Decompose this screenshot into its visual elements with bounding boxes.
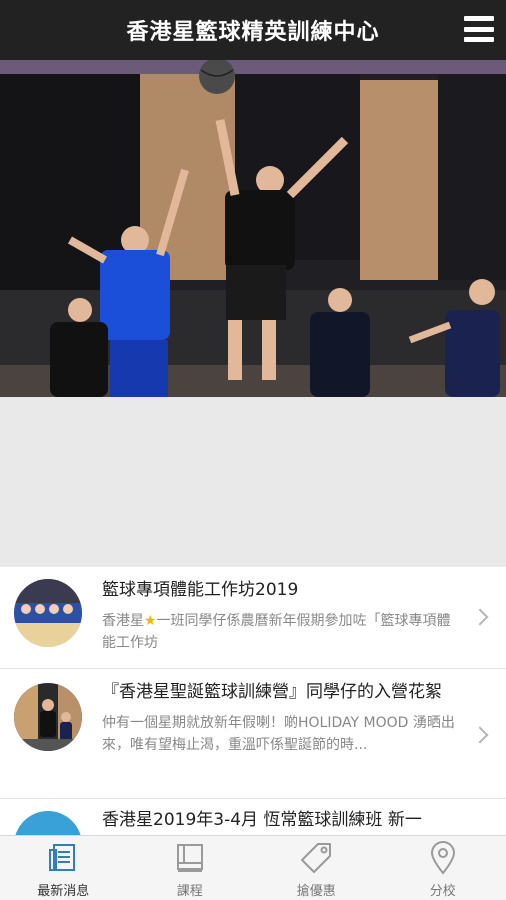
tab-news[interactable]: 最新消息 [0,836,127,900]
hamburger-menu-icon[interactable] [464,16,494,42]
news-item[interactable]: 『香港星聖誕籃球訓練營』同學仔的入營花絮 仲有一個星期就放新年假喇！啲HOLID… [0,669,506,799]
news-description: 香港星★一班同學仔係農曆新年假期參加咗「籃球專項體能工作坊 [102,613,451,651]
news-item[interactable]: 香港星2019年3-4月 恆常籃球訓練班 新一 [0,799,506,835]
news-title: 籃球專項體能工作坊2019 [102,580,299,600]
tab-label: 搶優惠 [296,884,336,899]
tab-courses[interactable]: 課程 [127,836,254,900]
tab-branches[interactable]: 分校 [380,836,506,900]
tab-offers[interactable]: 搶優惠 [253,836,380,900]
hero-photo [0,60,506,397]
bottom-tab-bar: 最新消息 課程 搶優惠 分校 [0,835,506,900]
location-pin-icon [430,841,455,875]
chevron-right-icon[interactable] [471,608,489,626]
news-list: 籃球專項體能工作坊2019 香港星★一班同學仔係農曆新年假期參加咗「籃球專項體能… [0,567,506,835]
tab-label: 分校 [429,884,456,899]
news-text: 香港星2019年3-4月 恆常籃球訓練班 新一 [102,807,460,834]
news-text: 籃球專項體能工作坊2019 香港星★一班同學仔係農曆新年假期參加咗「籃球專項體能… [102,577,460,654]
tag-icon [301,843,332,873]
image-placeholder-area [0,397,506,567]
news-thumbnail [14,579,82,647]
app-header: 香港星籃球精英訓練中心 [0,0,506,60]
tab-label: 課程 [176,884,203,899]
news-item[interactable]: 籃球專項體能工作坊2019 香港星★一班同學仔係農曆新年假期參加咗「籃球專項體能… [0,567,506,669]
book-icon [176,844,203,872]
star-icon: ★ [144,613,157,629]
basketball-photo [0,60,506,397]
news-thumbnail [14,811,82,835]
tab-label: 最新消息 [37,884,90,899]
news-title: 『香港星聖誕籃球訓練營』同學仔的入營花絮 [102,682,442,702]
news-thumbnail [14,683,82,751]
news-title: 香港星2019年3-4月 恆常籃球訓練班 新一 [102,810,422,830]
news-icon [49,844,76,871]
news-text: 『香港星聖誕籃球訓練營』同學仔的入營花絮 仲有一個星期就放新年假喇！啲HOLID… [102,679,460,756]
news-description: 仲有一個星期就放新年假喇！啲HOLIDAY MOOD 湧晒出來，唯有望梅止渴，重… [102,715,455,753]
chevron-right-icon[interactable] [471,726,489,744]
app-title: 香港星籃球精英訓練中心 [126,20,380,45]
